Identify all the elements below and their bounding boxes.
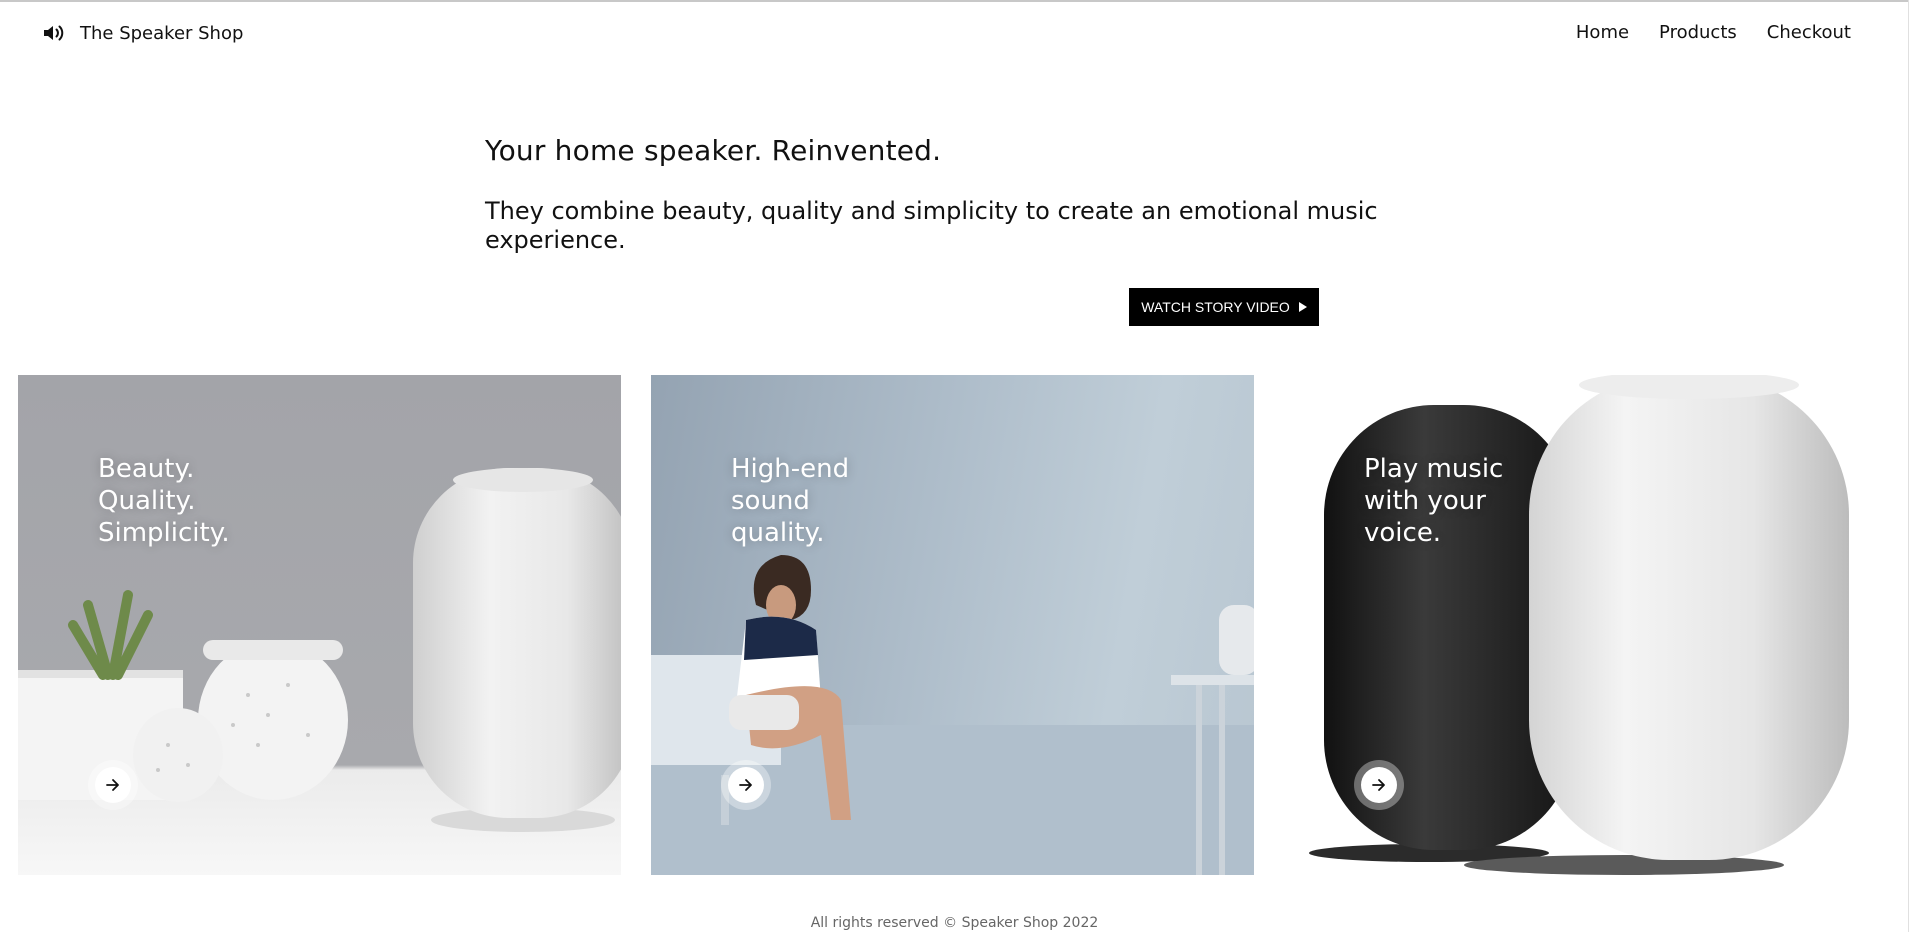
card-title-line: sound <box>731 486 810 516</box>
product-card-voice[interactable]: Play music with your voice. <box>1284 375 1887 875</box>
play-icon <box>1298 302 1307 312</box>
nav-link-checkout[interactable]: Checkout <box>1767 22 1851 43</box>
hero-section: Your home speaker. Reinvented. They comb… <box>485 134 1385 255</box>
card-arrow-button[interactable] <box>1361 767 1397 803</box>
hero-description: They combine beauty, quality and simplic… <box>485 197 1378 254</box>
card-title: Beauty. Quality. Simplicity. <box>98 453 318 549</box>
card-title-line: High-end <box>731 454 850 484</box>
card-title-line: Quality. <box>98 486 196 516</box>
main-nav: Home Products Checkout <box>1576 22 1851 43</box>
product-card-beauty[interactable]: Beauty. Quality. Simplicity. <box>18 375 621 875</box>
card-title-line: Beauty. <box>98 454 195 484</box>
card-arrow-button[interactable] <box>728 767 764 803</box>
card-title-line: voice. <box>1364 518 1442 548</box>
card-title: High-end sound quality. <box>731 453 951 549</box>
site-footer: All rights reserved © Speaker Shop 2022 <box>810 915 1099 931</box>
card-arrow-button[interactable] <box>95 767 131 803</box>
card-title-line: Simplicity. <box>98 518 230 548</box>
page: The Speaker Shop Home Products Checkout … <box>0 0 1909 932</box>
site-header: The Speaker Shop Home Products Checkout <box>0 0 1909 70</box>
watch-story-video-label: WATCH STORY VIDEO <box>1141 299 1290 315</box>
speaker-volume-icon <box>44 25 64 41</box>
nav-link-home[interactable]: Home <box>1576 22 1629 43</box>
nav-link-products[interactable]: Products <box>1659 22 1737 43</box>
hero-title: Your home speaker. Reinvented. <box>485 134 942 167</box>
arrow-right-icon <box>1372 779 1385 791</box>
arrow-right-icon <box>106 779 119 791</box>
card-title-line: Play music <box>1364 454 1504 484</box>
arrow-right-icon <box>739 779 752 791</box>
card-title-line: quality. <box>731 518 825 548</box>
brand-name: The Speaker Shop <box>80 22 244 44</box>
brand-logo-link[interactable]: The Speaker Shop <box>42 21 243 45</box>
card-title-line: with your <box>1364 486 1486 516</box>
product-card-sound[interactable]: High-end sound quality. <box>651 375 1254 875</box>
card-title: Play music with your voice. <box>1364 453 1584 549</box>
watch-story-video-button[interactable]: WATCH STORY VIDEO <box>1129 288 1319 326</box>
